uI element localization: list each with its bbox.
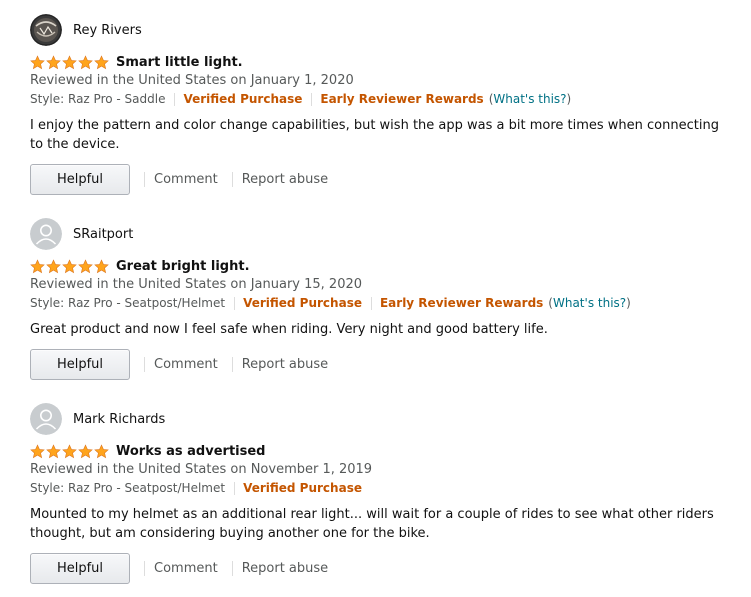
early-reviewer-badge: Early Reviewer Rewards: [320, 92, 484, 106]
review-body: I enjoy the pattern and color change cap…: [30, 118, 719, 152]
report-abuse-link[interactable]: Report abuse: [242, 357, 328, 372]
reviewer-name[interactable]: Rey Rivers: [73, 23, 142, 38]
default-avatar-icon: [30, 218, 62, 250]
star-icon: [46, 443, 61, 458]
avatar[interactable]: [30, 218, 62, 250]
reviewer-name[interactable]: SRaitport: [73, 227, 133, 242]
divider: [311, 92, 313, 106]
report-abuse-link[interactable]: Report abuse: [242, 172, 328, 187]
review-body: Mounted to my helmet as an additional re…: [30, 507, 714, 541]
divider: [144, 172, 145, 187]
divider: [144, 561, 145, 576]
review-meta: Style: Raz Pro - Seatpost/Helmet Verifie…: [30, 481, 362, 495]
star-icon: [46, 258, 61, 273]
review-date: Reviewed in the United States on January…: [30, 277, 363, 292]
product-style[interactable]: Style: Raz Pro - Seatpost/Helmet: [30, 296, 225, 310]
star-icon: [78, 443, 93, 458]
review-date: Reviewed in the United States on January…: [30, 73, 354, 88]
reviewer-name[interactable]: Mark Richards: [73, 412, 165, 427]
review-title[interactable]: Works as advertised: [116, 444, 265, 459]
review-date: Reviewed in the United States on Novembe…: [30, 462, 373, 477]
paren-close: ): [566, 92, 572, 106]
divider: [231, 357, 233, 372]
star-icon: [62, 258, 77, 273]
report-abuse-link[interactable]: Report abuse: [242, 561, 328, 576]
divider: [231, 561, 233, 576]
review-title-row: Smart little light.: [30, 54, 243, 70]
helpful-button[interactable]: Helpful: [30, 553, 130, 584]
star-icon: [78, 54, 93, 69]
review-title[interactable]: Great bright light.: [116, 259, 250, 274]
review-body: Great product and now I feel safe when r…: [30, 322, 548, 337]
product-style[interactable]: Style: Raz Pro - Seatpost/Helmet: [30, 481, 225, 495]
product-style[interactable]: Style: Raz Pro - Saddle: [30, 92, 165, 106]
default-avatar-icon: [30, 403, 62, 435]
reviewer-photo: [30, 14, 62, 46]
divider: [370, 296, 372, 310]
star-icon: [62, 54, 77, 69]
avatar[interactable]: [30, 403, 62, 435]
review-title[interactable]: Smart little light.: [116, 55, 243, 70]
star-rating[interactable]: [30, 54, 110, 70]
star-rating[interactable]: [30, 258, 110, 274]
reviewer-profile[interactable]: Mark Richards: [30, 403, 165, 435]
star-icon: [30, 443, 45, 458]
review-actions: Helpful Comment Report abuse: [30, 349, 328, 380]
paren-close: ): [626, 296, 631, 310]
avatar[interactable]: [30, 14, 62, 46]
divider: [144, 357, 145, 372]
star-icon: [78, 258, 93, 273]
reviewer-profile[interactable]: SRaitport: [30, 218, 133, 250]
verified-purchase-badge: Verified Purchase: [183, 92, 303, 106]
divider: [234, 481, 236, 495]
review-title-row: Works as advertised: [30, 443, 265, 459]
review-meta: Style: Raz Pro - Seatpost/Helmet Verifie…: [30, 296, 631, 310]
early-reviewer-badge: Early Reviewer Rewards: [379, 296, 544, 310]
comment-link[interactable]: Comment: [154, 172, 218, 187]
star-icon: [46, 54, 61, 69]
whats-this-link[interactable]: What's this?: [553, 296, 626, 310]
divider: [231, 172, 233, 187]
divider: [234, 296, 236, 310]
star-icon: [30, 258, 45, 273]
helpful-button[interactable]: Helpful: [30, 164, 130, 195]
whats-this-link[interactable]: What's this?: [493, 92, 566, 106]
comment-link[interactable]: Comment: [154, 357, 218, 372]
star-icon: [30, 54, 45, 69]
review-actions: Helpful Comment Report abuse: [30, 553, 328, 584]
star-rating[interactable]: [30, 443, 110, 459]
review-actions: Helpful Comment Report abuse: [30, 164, 328, 195]
review-title-row: Great bright light.: [30, 258, 250, 274]
helpful-button[interactable]: Helpful: [30, 349, 130, 380]
star-icon: [62, 443, 77, 458]
reviewer-profile[interactable]: Rey Rivers: [30, 14, 142, 46]
review-meta: Style: Raz Pro - Saddle Verified Purchas…: [30, 92, 571, 106]
comment-link[interactable]: Comment: [154, 561, 218, 576]
star-icon: [94, 443, 109, 458]
star-icon: [94, 54, 109, 69]
divider: [174, 92, 176, 106]
verified-purchase-badge: Verified Purchase: [243, 296, 362, 310]
star-icon: [94, 258, 109, 273]
verified-purchase-badge: Verified Purchase: [243, 481, 362, 495]
